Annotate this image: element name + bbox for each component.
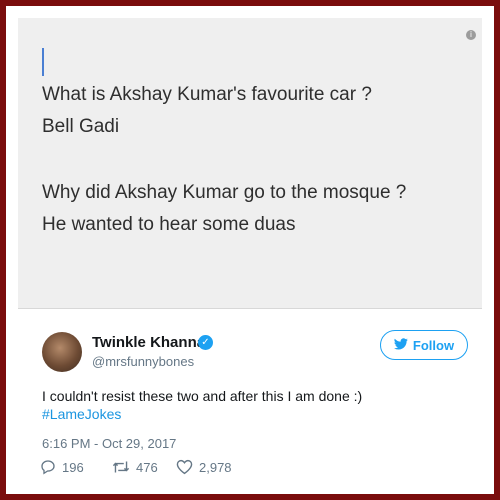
- note-line-1: What is Akshay Kumar's favourite car ?: [42, 84, 372, 105]
- divider: [18, 308, 482, 309]
- hashtag-link[interactable]: #LameJokes: [42, 406, 121, 422]
- like-action[interactable]: 2,978: [176, 459, 232, 475]
- follow-button[interactable]: Follow: [380, 330, 468, 360]
- reply-icon: [40, 459, 56, 475]
- page-frame: What is Akshay Kumar's favourite car ? B…: [0, 0, 500, 500]
- note-line-2: Bell Gadi: [42, 116, 120, 137]
- tweet-text: I couldn't resist these two and after th…: [42, 388, 363, 404]
- tweet-timestamp[interactable]: 6:16 PM - Oct 29, 2017: [42, 436, 176, 451]
- note-line-4: He wanted to hear some duas: [42, 214, 296, 235]
- notes-screenshot: What is Akshay Kumar's favourite car ? B…: [18, 18, 482, 308]
- info-icon[interactable]: i: [466, 30, 476, 40]
- text-cursor: [42, 48, 44, 76]
- retweet-count: 476: [136, 459, 158, 475]
- verified-badge-icon: ✓: [198, 335, 213, 350]
- retweet-action[interactable]: 476: [112, 459, 158, 475]
- reply-action[interactable]: 196: [40, 459, 84, 475]
- avatar[interactable]: [42, 332, 82, 372]
- retweet-icon: [112, 459, 130, 475]
- twitter-bird-icon: [393, 338, 408, 352]
- follow-label: Follow: [412, 337, 455, 353]
- tweet-card: What is Akshay Kumar's favourite car ? B…: [18, 18, 482, 482]
- reply-count: 196: [62, 459, 84, 475]
- like-count: 2,978: [199, 459, 232, 475]
- display-name[interactable]: Twinkle Khanna: [92, 334, 205, 351]
- user-handle[interactable]: @mrsfunnybones: [92, 354, 194, 369]
- heart-icon: [176, 459, 193, 475]
- note-line-3: Why did Akshay Kumar go to the mosque ?: [42, 182, 407, 203]
